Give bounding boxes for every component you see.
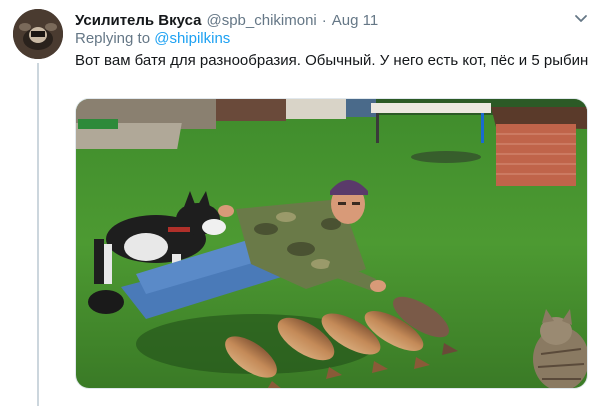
replying-prefix: Replying to [75, 30, 151, 47]
display-name[interactable]: Усилитель Вкуса [75, 12, 201, 29]
mention-link[interactable]: @shipilkins [154, 30, 230, 47]
chevron-down-icon[interactable] [573, 10, 589, 26]
avatar-image [13, 9, 63, 59]
tweet-photo[interactable] [75, 98, 588, 389]
photo-image [76, 99, 587, 388]
avatar[interactable] [13, 9, 63, 59]
replying-to: Replying to @shipilkins [75, 30, 230, 47]
tweet-date[interactable]: Aug 11 [332, 12, 378, 29]
separator-dot: · [321, 11, 327, 29]
user-handle[interactable]: @spb_chikimoni [206, 12, 316, 29]
thread-connector-line [37, 63, 39, 406]
tweet-header: Усилитель Вкуса @spb_chikimoni · Aug 11 [75, 10, 378, 30]
tweet-text: Вот вам батя для разнообразия. Обычный. … [75, 52, 589, 69]
